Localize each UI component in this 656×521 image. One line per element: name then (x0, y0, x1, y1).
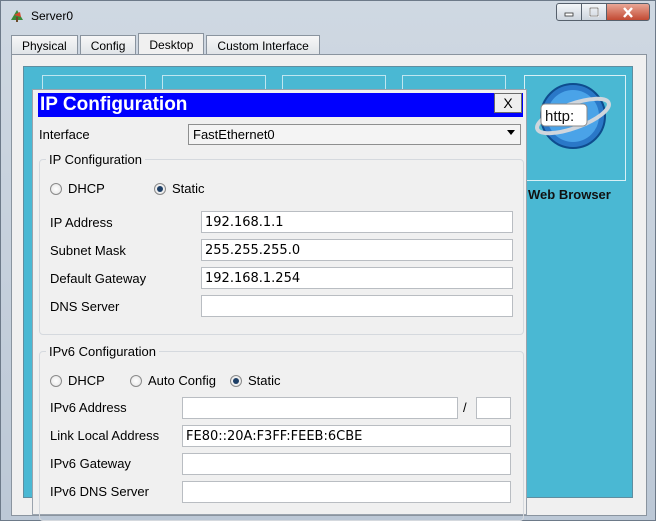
link-local-address-label: Link Local Address (50, 428, 160, 443)
interface-select[interactable]: FastEthernet0 (188, 124, 521, 145)
default-gateway-input[interactable]: 192.168.1.254 (201, 267, 513, 289)
maximize-icon (589, 7, 599, 17)
subnet-mask-input[interactable]: 255.255.255.0 (201, 239, 513, 261)
ipv6-dhcp-label: DHCP (68, 373, 105, 388)
web-browser-globe-icon: http: (535, 83, 611, 149)
interface-label: Interface (39, 127, 90, 142)
tab-config[interactable]: Config (79, 35, 137, 55)
ipv6-static-radio[interactable] (230, 375, 242, 387)
dialog-close-button[interactable]: X (494, 93, 522, 113)
ip-configuration-dialog: IP Configuration X Interface FastEtherne… (32, 89, 527, 521)
ip-address-input[interactable]: 192.168.1.1 (201, 211, 513, 233)
tab-physical[interactable]: Physical (11, 35, 78, 55)
window-titlebar[interactable]: Server0 (1, 1, 655, 31)
dialog-title: IP Configuration (40, 94, 188, 115)
web-browser-label: Web Browser (528, 187, 611, 202)
dns-server-input[interactable] (201, 295, 513, 317)
minimize-icon (564, 12, 574, 17)
server-app-icon (11, 10, 23, 22)
ipv6-group-title: IPv6 Configuration (46, 344, 159, 359)
ipv6-address-input[interactable] (182, 397, 458, 419)
ipv4-static-radio[interactable] (154, 183, 166, 195)
web-browser-app[interactable]: http: (524, 75, 626, 181)
ipv6-dns-server-input[interactable] (182, 481, 511, 503)
tab-desktop[interactable]: Desktop (138, 33, 205, 55)
ipv4-dhcp-label: DHCP (68, 181, 105, 196)
ipv4-dhcp-radio[interactable] (50, 183, 62, 195)
interface-selected-value: FastEthernet0 (193, 127, 275, 142)
ipv6-prefix-length-input[interactable] (476, 397, 511, 419)
ipv6-dns-server-label: IPv6 DNS Server (50, 484, 149, 499)
ipv6-auto-config-label: Auto Config (148, 373, 216, 388)
ipv4-static-label: Static (172, 181, 205, 196)
ipv4-group-title: IP Configuration (46, 152, 145, 167)
close-icon (623, 6, 633, 18)
link-local-address-input[interactable]: FE80::20A:F3FF:FEEB:6CBE (182, 425, 511, 447)
caption-buttons (556, 3, 650, 21)
chevron-down-icon (507, 130, 515, 135)
default-gateway-label: Default Gateway (50, 271, 147, 286)
window-close-button[interactable] (606, 3, 650, 21)
window-title: Server0 (31, 9, 74, 23)
tab-custom-interface[interactable]: Custom Interface (206, 35, 320, 55)
ipv6-gateway-input[interactable] (182, 453, 511, 475)
dialog-titlebar: IP Configuration (38, 93, 523, 117)
ipv6-auto-config-radio[interactable] (130, 375, 142, 387)
ipv6-address-label: IPv6 Address (50, 400, 127, 415)
dns-server-label: DNS Server (50, 299, 120, 314)
ipv6-dhcp-radio[interactable] (50, 375, 62, 387)
maximize-button[interactable] (581, 3, 607, 21)
ip-address-label: IP Address (50, 215, 113, 230)
minimize-button[interactable] (556, 3, 582, 21)
tab-bar: Physical Config Desktop Custom Interface (11, 33, 322, 55)
http-icon-text: http: (545, 108, 574, 125)
prefix-separator: / (463, 400, 467, 415)
ipv6-static-label: Static (248, 373, 281, 388)
ipv6-gateway-label: IPv6 Gateway (50, 456, 131, 471)
subnet-mask-label: Subnet Mask (50, 243, 126, 258)
